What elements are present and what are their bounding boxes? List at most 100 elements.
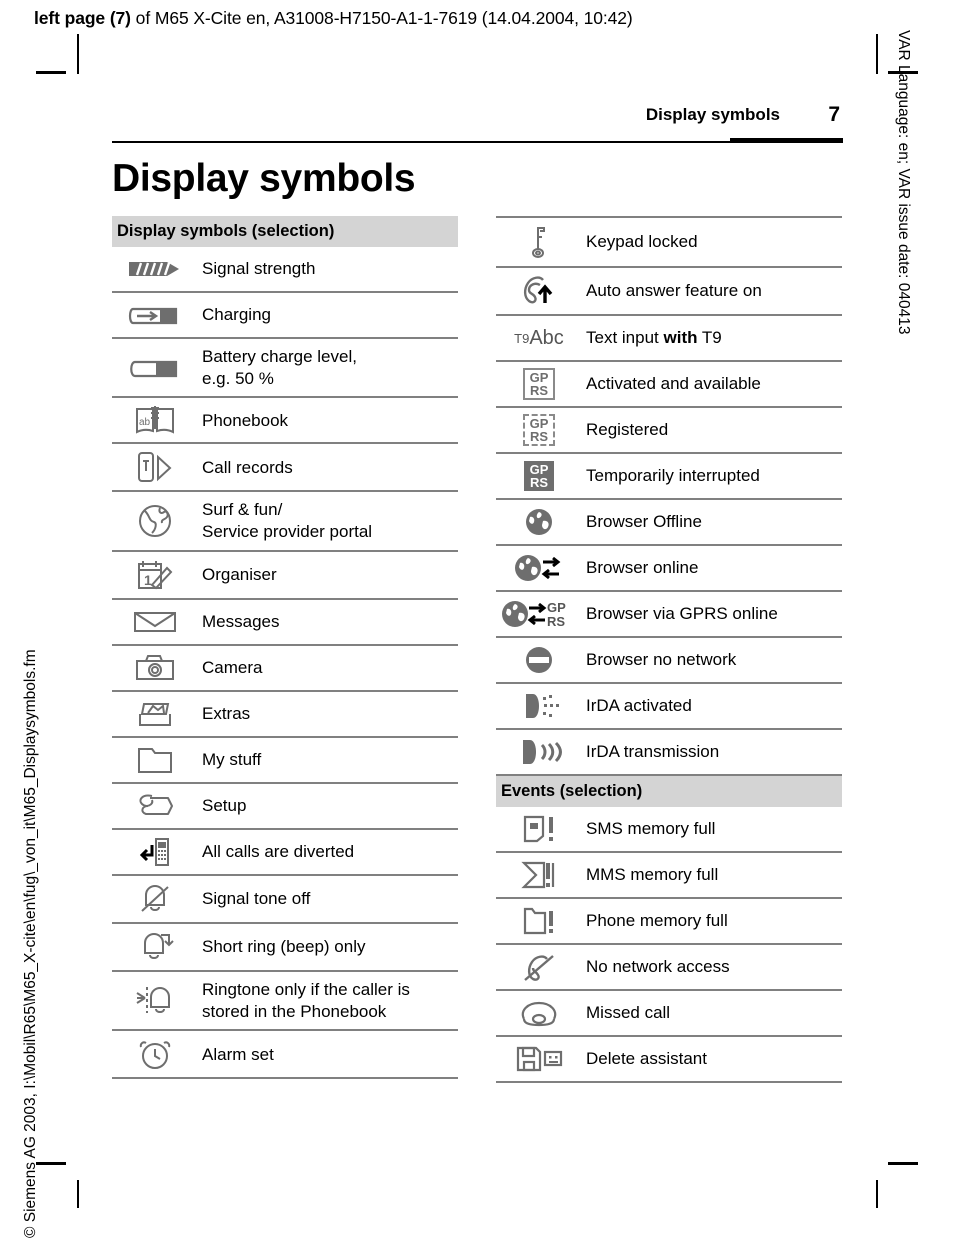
phonebook-icon: ab xyxy=(112,398,198,442)
svg-text:1: 1 xyxy=(144,572,152,588)
running-head-page-number: 7 xyxy=(828,103,840,126)
table-row: GP RS Temporarily interrupted xyxy=(496,454,842,500)
table-row: Auto answer feature on xyxy=(496,268,842,316)
svg-text:RS: RS xyxy=(547,614,565,629)
row-label: Phone memory full xyxy=(586,911,728,931)
row-label: Auto answer feature on xyxy=(586,281,762,301)
svg-text:GP: GP xyxy=(547,600,566,615)
print-header-bold: left page (7) xyxy=(34,8,131,28)
browser-offline-icon xyxy=(496,500,582,544)
table-row: All calls are diverted xyxy=(112,830,458,876)
print-header-line: left page (7) of M65 X-Cite en, A31008-H… xyxy=(34,8,914,29)
row-label: Delete assistant xyxy=(586,1049,707,1069)
keypad-locked-key-icon xyxy=(496,218,582,266)
table-row: Call records xyxy=(112,444,458,493)
page-title: Display symbols xyxy=(112,157,416,200)
table-row: GP RS Registered xyxy=(496,408,842,454)
signal-strength-icon xyxy=(112,251,198,287)
row-label: IrDA activated xyxy=(586,696,692,716)
phone-memory-full-icon xyxy=(496,899,582,943)
table-row: Keypad locked xyxy=(496,218,842,268)
t9-label-post: T9 xyxy=(697,328,722,348)
gprs-line-1: GP xyxy=(529,415,549,431)
calls-diverted-icon xyxy=(112,830,198,874)
row-label: Extras xyxy=(202,704,251,724)
surf-and-fun-globe-icon xyxy=(112,497,198,545)
table-row: Missed call xyxy=(496,991,842,1037)
table-row: Surf & fun/ Service provider portal xyxy=(112,492,458,552)
my-stuff-folder-icon xyxy=(112,739,198,781)
row-label: Browser Offline xyxy=(586,512,702,532)
table-row: Signal strength xyxy=(112,247,458,293)
row-label: Short ring (beep) only xyxy=(202,937,366,957)
row-label: IrDA transmission xyxy=(586,742,720,762)
table-row: Charging xyxy=(112,293,458,339)
short-ring-beep-icon xyxy=(112,924,198,970)
crop-mark-bottom-left-vertical xyxy=(77,1180,79,1208)
irda-transmission-icon xyxy=(496,730,582,774)
table-row: Browser online xyxy=(496,546,842,592)
charging-icon xyxy=(112,297,198,333)
table-row: 1 Organiser xyxy=(112,552,458,600)
table-row: IrDA activated xyxy=(496,684,842,730)
section-header-events: Events (selection) xyxy=(496,776,842,807)
ringtone-phonebook-only-icon xyxy=(112,978,198,1024)
gprs-registered-icon: GP RS xyxy=(496,409,582,452)
header-rule-thin xyxy=(112,141,730,143)
row-label: Messages xyxy=(202,612,280,632)
t9-label-bold: with xyxy=(663,328,698,348)
copyright-side-text: © Siemens AG 2003, I:\Mobil\R65\M65_X-ci… xyxy=(22,649,39,1238)
row-label: Surf & fun/ Service provider portal xyxy=(202,500,373,542)
crop-mark-top-right-vertical xyxy=(876,34,878,74)
row-label: Signal strength xyxy=(202,259,316,279)
auto-answer-icon xyxy=(496,268,582,314)
table-row: Messages xyxy=(112,600,458,646)
row-label: Alarm set xyxy=(202,1044,274,1064)
browser-no-network-icon xyxy=(496,638,582,682)
row-label: Battery charge level, e.g. 50 % xyxy=(202,346,357,388)
messages-envelope-icon xyxy=(112,601,198,643)
t9-superscript: T9 xyxy=(514,330,530,346)
table-row: Browser Offline xyxy=(496,500,842,546)
table-row: Phone memory full xyxy=(496,899,842,945)
running-head-title: Display symbols xyxy=(645,105,780,124)
table-row: SMS memory full xyxy=(496,807,842,853)
print-header-rest: of M65 X-Cite en, A31008-H7150-A1-1-7619… xyxy=(130,8,633,28)
row-label: Call records xyxy=(202,457,293,477)
table-row: Battery charge level, e.g. 50 % xyxy=(112,339,458,399)
battery-level-icon xyxy=(112,350,198,386)
browser-gprs-online-icon: GP RS xyxy=(496,592,582,636)
t9-abc-text: Abc xyxy=(529,326,564,349)
section-header-display-symbols: Display symbols (selection) xyxy=(112,216,458,247)
gprs-interrupted-icon: GP RS xyxy=(496,456,582,497)
table-row: My stuff xyxy=(112,738,458,784)
row-label: Charging xyxy=(202,305,271,325)
gprs-line-2: RS xyxy=(529,429,549,444)
mms-memory-full-icon xyxy=(496,853,582,897)
crop-mark-bottom-left-horizontal xyxy=(36,1162,66,1165)
row-label: Registered xyxy=(586,420,669,440)
table-row: Browser no network xyxy=(496,638,842,684)
row-label: Missed call xyxy=(586,1003,671,1023)
row-label: My stuff xyxy=(202,750,262,770)
row-label: Ringtone only if the caller is stored in… xyxy=(202,979,410,1021)
signal-tone-off-icon xyxy=(112,876,198,922)
no-network-access-icon xyxy=(496,945,582,989)
var-language-side-text: VAR Language: en; VAR issue date: 040413 xyxy=(895,30,912,335)
table-row: ab Phonebook xyxy=(112,398,458,445)
t9-abc-icon: T9 Abc xyxy=(496,322,582,355)
gprs-line-1: GP xyxy=(529,461,549,477)
row-label: Activated and available xyxy=(586,374,761,394)
table-row: IrDA transmission xyxy=(496,730,842,776)
sms-memory-full-icon xyxy=(496,807,582,851)
crop-mark-top-left-horizontal xyxy=(36,71,66,74)
row-label: No network access xyxy=(586,957,730,977)
table-row: Setup xyxy=(112,784,458,830)
table-row: No network access xyxy=(496,945,842,991)
row-label: Signal tone off xyxy=(202,889,311,909)
table-row: Signal tone off xyxy=(112,876,458,924)
table-row: Short ring (beep) only xyxy=(112,924,458,972)
browser-online-icon xyxy=(496,546,582,590)
row-label: Setup xyxy=(202,796,247,816)
row-label: Text input with T9 xyxy=(582,320,842,356)
